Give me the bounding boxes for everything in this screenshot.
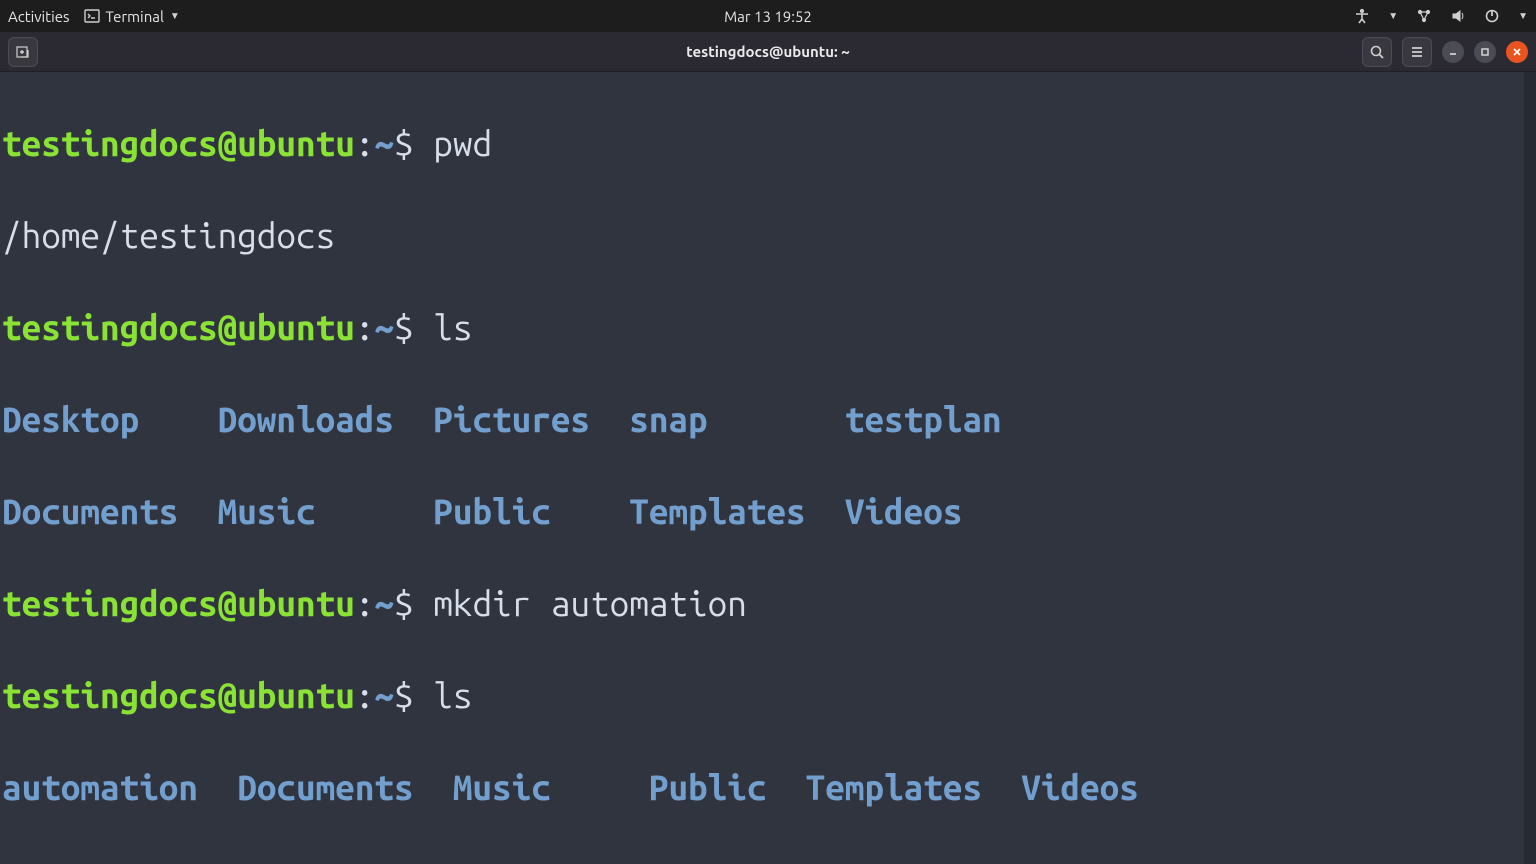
activities-button[interactable]: Activities <box>8 8 70 25</box>
ls-output-row: Desktop Downloads Pictures snap testplan <box>2 396 1532 442</box>
ls-output-row: Documents Music Public Templates Videos <box>2 488 1532 534</box>
terminal-output[interactable]: testingdocs@ubuntu:~$ pwd /home/testingd… <box>0 72 1536 864</box>
ls-output-row: automation Documents Music Public Templa… <box>2 764 1532 810</box>
app-menu[interactable]: Terminal ▼ <box>84 8 180 25</box>
scrollbar[interactable] <box>1524 72 1536 864</box>
new-tab-button[interactable] <box>8 37 38 67</box>
app-menu-label: Terminal <box>106 8 164 25</box>
chevron-down-icon: ▼ <box>170 10 180 22</box>
gnome-top-bar: Activities Terminal ▼ Mar 13 19:52 ▼ ▼ <box>0 0 1536 32</box>
search-button[interactable] <box>1362 37 1392 67</box>
ls-output-row: Desktop Downloads Pictures snap testplan <box>2 856 1532 864</box>
power-icon[interactable] <box>1484 8 1500 24</box>
prompt-line: testingdocs@ubuntu:~$ mkdir automation <box>2 580 1532 626</box>
hamburger-menu-button[interactable] <box>1402 37 1432 67</box>
window-title-bar: testingdocs@ubuntu: ~ <box>0 32 1536 72</box>
close-button[interactable] <box>1506 41 1528 63</box>
prompt-line: testingdocs@ubuntu:~$ ls <box>2 672 1532 718</box>
minimize-button[interactable] <box>1442 41 1464 63</box>
output-line: /home/testingdocs <box>2 212 1532 258</box>
accessibility-icon[interactable] <box>1354 8 1370 24</box>
chevron-down-icon: ▼ <box>1518 10 1528 22</box>
volume-icon[interactable] <box>1450 8 1466 24</box>
prompt-line: testingdocs@ubuntu:~$ ls <box>2 304 1532 350</box>
terminal-icon <box>84 8 100 24</box>
prompt-line: testingdocs@ubuntu:~$ pwd <box>2 120 1532 166</box>
window-title: testingdocs@ubuntu: ~ <box>686 43 849 60</box>
clock[interactable]: Mar 13 19:52 <box>724 8 812 25</box>
chevron-down-icon: ▼ <box>1388 10 1398 22</box>
network-icon[interactable] <box>1416 8 1432 24</box>
maximize-button[interactable] <box>1474 41 1496 63</box>
